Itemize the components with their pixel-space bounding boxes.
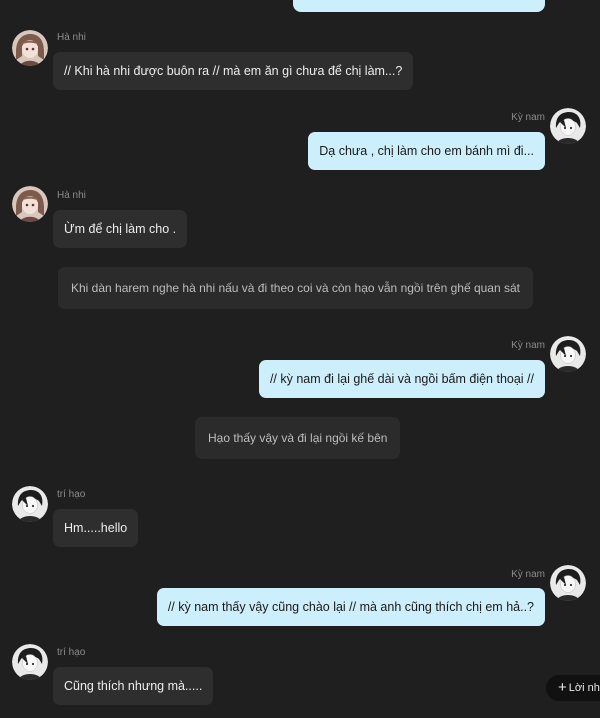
boy-avatar-icon[interactable] bbox=[550, 336, 586, 372]
girl-avatar-icon[interactable] bbox=[12, 186, 48, 222]
message-bubble[interactable]: // Khi hà nhi được buôn ra // mà em ăn g… bbox=[53, 52, 414, 90]
sender-name: Hà nhi bbox=[57, 32, 86, 43]
message-bubble[interactable]: Hm.....hello bbox=[53, 509, 139, 547]
reply-label: Lời nh bbox=[568, 682, 600, 694]
girl-avatar-icon[interactable] bbox=[12, 30, 48, 66]
reply-button[interactable]: + Lời nh bbox=[546, 675, 600, 701]
sender-name: Kỳ nam bbox=[511, 569, 545, 580]
sender-name: Kỳ nam bbox=[511, 340, 545, 351]
message-bubble[interactable]: Ừm để chị làm cho . bbox=[53, 210, 188, 248]
boy-avatar-icon[interactable] bbox=[12, 644, 48, 680]
message-bubble[interactable]: // kỳ nam đi lại ghế dài và ngồi bấm điệ… bbox=[258, 360, 545, 398]
narration-bubble[interactable]: Hạo thấy vậy và đi lại ngồi kế bên bbox=[195, 417, 401, 459]
sender-name: Kỳ nam bbox=[511, 112, 545, 123]
sender-name: trí hạo bbox=[57, 647, 86, 658]
boy-avatar-icon[interactable] bbox=[550, 108, 586, 144]
sender-name: Hà nhi bbox=[57, 190, 86, 201]
boy-avatar-icon[interactable] bbox=[550, 565, 586, 601]
previous-message-bubble bbox=[293, 0, 545, 12]
message-bubble[interactable]: Cũng thích nhưng mà..... bbox=[53, 667, 214, 705]
message-bubble[interactable]: // kỳ nam thấy vậy cũng chào lại // mà a… bbox=[156, 588, 545, 626]
chat-screen: Hà nhi // Khi hà nhi được buôn ra // mà … bbox=[0, 0, 600, 718]
message-bubble[interactable]: Dạ chưa , chị làm cho em bánh mì đi... bbox=[308, 132, 545, 170]
plus-icon: + bbox=[558, 679, 567, 696]
boy-avatar-icon[interactable] bbox=[12, 486, 48, 522]
narration-bubble[interactable]: Khi dàn harem nghe hà nhi nấu và đi theo… bbox=[58, 267, 533, 309]
sender-name: trí hạo bbox=[57, 489, 86, 500]
